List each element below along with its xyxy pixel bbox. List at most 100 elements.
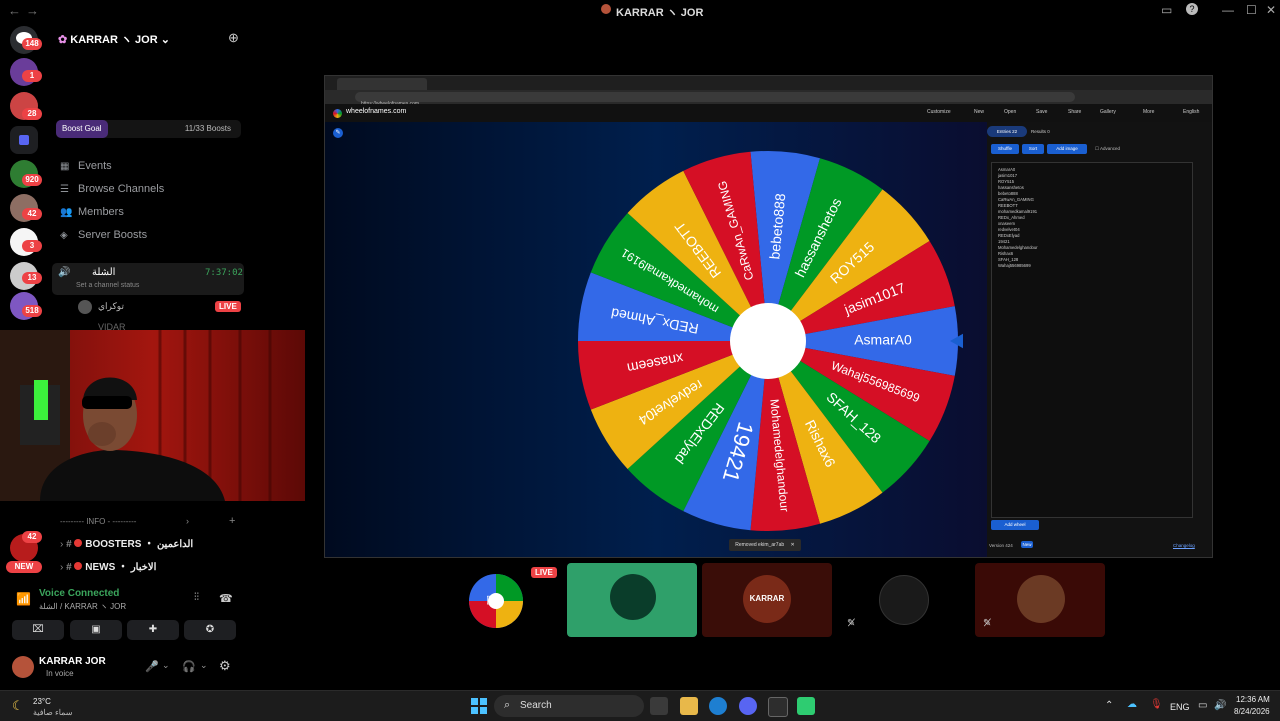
add-wheel-button[interactable]: Add wheel	[991, 520, 1039, 530]
volume-icon[interactable]: 🔊	[1214, 700, 1226, 711]
tab-results[interactable]: Results 0	[1031, 126, 1050, 137]
add-image-button[interactable]: Add image	[1047, 144, 1087, 154]
cloud-icon[interactable]: ☁	[1127, 699, 1137, 710]
app-icon[interactable]	[797, 697, 815, 715]
shuffle-button[interactable]: Shuffle	[991, 144, 1019, 154]
menu-events[interactable]: ▦ Events	[60, 160, 112, 172]
channel-boosters[interactable]: › # BOOSTERS ・ الداعمين	[60, 535, 193, 550]
toolbar-new[interactable]: New	[974, 109, 984, 115]
settings-gear-icon[interactable]: ⚙	[219, 658, 231, 674]
close-icon[interactable]: ✕	[791, 542, 795, 548]
screen-share-icon: ▣	[91, 624, 101, 635]
folder-icon	[19, 135, 29, 145]
microphone-icon[interactable]: 🎤	[145, 660, 159, 673]
microphone-icon[interactable]: 🎙	[1150, 699, 1163, 710]
start-button[interactable]	[470, 697, 488, 715]
wheel-hub[interactable]	[730, 303, 806, 379]
browser-tab-strip	[325, 76, 1212, 90]
toolbar-save[interactable]: Save	[1036, 109, 1047, 115]
file-explorer-icon[interactable]	[680, 697, 698, 715]
sort-button[interactable]: Sort	[1022, 144, 1044, 154]
camera-button[interactable]: ⌧	[12, 620, 64, 640]
removed-toast: Removed ekim_ar7ab ✕	[729, 539, 801, 551]
changelog-link[interactable]: Changelog	[1173, 543, 1195, 548]
help-icon[interactable]: ?	[1186, 3, 1198, 15]
headphones-icon[interactable]: 🎧	[182, 660, 196, 673]
new-tag: New	[1021, 541, 1033, 548]
calculator-icon[interactable]	[768, 697, 788, 717]
back-button[interactable]: ←	[8, 3, 21, 18]
close-button[interactable]: ✕	[1266, 3, 1276, 17]
clock-date[interactable]: 8/24/2026	[1234, 707, 1270, 716]
chevron-up-icon[interactable]: ⌃	[1105, 700, 1113, 711]
karrar-logo-avatar: KARRAR	[743, 575, 791, 623]
chevron-down-icon[interactable]: ⌄	[162, 660, 170, 671]
menu-browse-channels[interactable]: ☰ Browse Channels	[60, 183, 164, 195]
forward-button[interactable]: →	[26, 3, 39, 18]
entries-textarea[interactable]: AsmarA0 jasim1017 ROY515 hassanshetos bebeto…	[991, 162, 1193, 518]
entries-list: AsmarA0 jasim1017 ROY515 hassanshetos bebeto…	[992, 163, 1192, 269]
invite-icon[interactable]: ⊕	[228, 30, 239, 46]
toolbar-open[interactable]: Open	[1004, 109, 1016, 115]
edge-icon[interactable]	[709, 697, 727, 715]
edit-icon[interactable]: ✎	[333, 128, 343, 138]
weather-temp[interactable]: 23°C	[33, 697, 51, 706]
soundboard-icon[interactable]: ⫶⫶	[194, 592, 199, 603]
tab-entries[interactable]: Entries 22	[987, 126, 1027, 137]
voice-connected-title[interactable]: Voice Connected	[39, 588, 119, 599]
toolbar-language[interactable]: English	[1183, 109, 1199, 115]
channel-status-prompt[interactable]: Set a channel status	[76, 282, 139, 289]
notification-badge: 28	[22, 108, 42, 120]
disconnect-icon[interactable]: ☎	[219, 592, 233, 605]
screen-share-button[interactable]: ▣	[70, 620, 122, 640]
voice-connected-panel: 📶 Voice Connected الشلة / KARRAR ヽ JOR ⫶…	[6, 584, 244, 644]
inbox-icon[interactable]: ▭	[1161, 3, 1172, 17]
maximize-button[interactable]: ☐	[1246, 3, 1257, 17]
screen-share-icon: ▣	[486, 594, 497, 606]
toolbar-gallery[interactable]: Gallery	[1100, 109, 1116, 115]
taskbar-search[interactable]: ⌕ Search	[494, 695, 644, 717]
toolbar-customize[interactable]: Customize	[927, 109, 951, 115]
participant-tile[interactable]: ✎̸	[839, 563, 969, 637]
menu-members[interactable]: 👥 Members	[60, 206, 124, 218]
screen-share-stream[interactable]: https://wheelofnames.com wheelofnames.co…	[324, 75, 1213, 558]
server-folder[interactable]	[10, 126, 38, 154]
notification-badge: 518	[22, 305, 42, 317]
toolbar-more[interactable]: More	[1143, 109, 1154, 115]
toolbar-share[interactable]: Share	[1068, 109, 1081, 115]
url-field[interactable]: https://wheelofnames.com	[355, 92, 1075, 107]
voice-channel[interactable]: 🔊 الشلة 7:37:02 Set a channel status	[52, 263, 244, 295]
site-name[interactable]: wheelofnames.com	[346, 108, 406, 115]
clock-time[interactable]: 12:36 AM	[1236, 695, 1270, 704]
minimize-button[interactable]: —	[1222, 3, 1234, 17]
muted-icon: ✎̸	[983, 618, 992, 629]
participant-tile[interactable]: ✎̸	[975, 563, 1105, 637]
name-wheel[interactable]: bebeto888 hassanshetosROY515jasim1017Asma…	[573, 146, 963, 536]
chevron-down-icon[interactable]: ⌄	[200, 660, 208, 671]
task-view-icon[interactable]	[650, 697, 668, 715]
advanced-checkbox[interactable]: ☐ Advanced	[1095, 146, 1120, 152]
boost-goal-bar[interactable]: Boost Goal 11/33 Boosts	[56, 120, 241, 138]
network-icon[interactable]: ▭	[1198, 700, 1207, 711]
discord-icon[interactable]	[739, 697, 757, 715]
add-channel-icon[interactable]: +	[229, 515, 235, 527]
participant-tile-speaking[interactable]	[567, 563, 697, 637]
notification-badge: 148	[22, 38, 42, 50]
participant-tile[interactable]: KARRAR	[702, 563, 832, 637]
avatar[interactable]	[12, 656, 34, 678]
activities-button[interactable]: ✚	[127, 620, 179, 640]
server-header[interactable]: ✿ KARRAR ヽ JOR ⌄	[58, 31, 170, 47]
username[interactable]: KARRAR JOR	[39, 656, 106, 667]
voice-connected-subtitle[interactable]: الشلة / KARRAR ヽ JOR	[39, 601, 126, 612]
voice-user-name[interactable]: توكراي	[98, 301, 124, 312]
channel-news[interactable]: › # NEWS ・ الاخبار	[60, 558, 156, 573]
browser-tab[interactable]	[337, 78, 427, 90]
live-badge: LIVE	[531, 567, 557, 578]
menu-server-boosts[interactable]: ◈ Server Boosts	[60, 229, 147, 241]
notification-badge: 13	[22, 272, 42, 284]
weather-desc[interactable]: سماء صافية	[33, 708, 73, 717]
browse-icon: ☰	[60, 184, 69, 195]
language-indicator[interactable]: ENG	[1170, 702, 1190, 712]
category-info[interactable]: --------- INFO - ---------	[60, 517, 136, 526]
soundboard-button[interactable]: ✪	[184, 620, 236, 640]
